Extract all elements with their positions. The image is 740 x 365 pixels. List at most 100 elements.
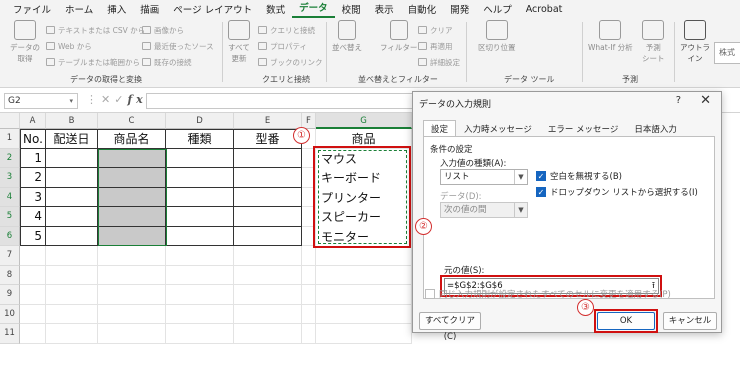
cell[interactable]: 型番 [234,129,302,149]
help-button[interactable]: ? [676,95,681,106]
row-header[interactable]: 1 [0,129,20,149]
clear-all-button[interactable]: すべてクリア(C) [419,312,481,342]
row-header[interactable]: 7 [0,246,20,266]
menu-item[interactable]: Acrobat [519,4,570,15]
cell[interactable] [302,285,316,305]
cell[interactable] [46,265,98,285]
sort-button[interactable]: 並べ替え [332,20,362,53]
menu-item[interactable]: ページ レイアウト [166,2,259,16]
cell[interactable]: 種類 [166,129,234,149]
menu-item[interactable]: ファイル [6,2,58,16]
cell[interactable] [166,187,234,207]
cell[interactable] [166,304,234,324]
advanced-filter-button[interactable]: 詳細設定 [418,56,460,68]
cell[interactable] [316,324,412,344]
cell[interactable]: No. [20,129,46,149]
reapply-button[interactable]: 再適用 [418,40,453,52]
get-data-button[interactable]: データの 取得 [10,20,40,64]
in-cell-dropdown-checkbox[interactable]: ✓ ドロップダウン リストから選択する(I) [536,186,698,198]
cell[interactable] [166,285,234,305]
cell[interactable]: 商品名 [98,129,166,149]
cell[interactable] [46,324,98,344]
menu-item[interactable]: データ [292,0,335,18]
cell[interactable] [46,226,98,246]
row-header[interactable]: 2 [0,148,20,168]
clear-filter-button[interactable]: クリア [418,24,453,36]
from-csv-button[interactable]: テキストまたは CSV から [46,24,145,36]
cell[interactable] [46,304,98,324]
existing-connections-button[interactable]: 既存の接続 [142,56,192,68]
properties-button[interactable]: プロパティ [258,40,307,52]
tab-error-alert[interactable]: エラー メッセージ [540,120,627,136]
cell[interactable] [302,304,316,324]
text-to-columns-button[interactable]: 区切り位置 [478,20,516,53]
cell[interactable] [98,285,166,305]
column-header[interactable]: C [98,113,166,129]
cell[interactable]: 4 [20,207,46,227]
cell[interactable] [20,324,46,344]
cancel-button[interactable]: キャンセル [663,312,717,330]
cell[interactable] [234,324,302,344]
cell[interactable] [46,148,98,168]
cell[interactable] [234,207,302,227]
row-header[interactable]: 6 [0,226,20,246]
cell[interactable] [20,304,46,324]
row-header[interactable]: 10 [0,304,20,324]
cell[interactable]: 配送日 [46,129,98,149]
cell[interactable] [20,246,46,266]
cell[interactable] [166,148,234,168]
outline-button[interactable]: アウトラ イン [680,20,710,64]
cell[interactable] [234,187,302,207]
cell[interactable] [234,148,302,168]
cell[interactable] [166,207,234,227]
cell[interactable]: 2 [20,168,46,188]
menu-item[interactable]: 描画 [133,2,166,16]
cell[interactable] [98,246,166,266]
cell[interactable] [46,285,98,305]
cell[interactable] [234,265,302,285]
workbook-links-button[interactable]: ブックのリンク [258,56,323,68]
menu-item[interactable]: 数式 [259,2,292,16]
cell[interactable] [316,285,412,305]
stocks-gallery[interactable]: 株式 [714,42,740,64]
column-header[interactable]: E [234,113,302,129]
cell[interactable] [46,187,98,207]
allow-select[interactable]: リスト ▼ [440,169,528,185]
apply-all-checkbox[interactable]: 同じ入力規則が設定されたすべてのセルに変更を適用する(P) [425,288,671,300]
cell[interactable] [166,265,234,285]
menu-item[interactable]: 表示 [368,2,401,16]
recent-sources-button[interactable]: 最近使ったソース [142,40,214,52]
cell[interactable] [234,285,302,305]
row-header[interactable]: 9 [0,285,20,305]
row-header[interactable]: 11 [0,324,20,344]
cell[interactable]: 3 [20,187,46,207]
column-header[interactable]: G [316,113,412,129]
close-button[interactable]: ✕ [700,93,711,108]
cell[interactable] [302,265,316,285]
cell[interactable] [98,304,166,324]
menu-item[interactable]: ホーム [58,2,100,16]
cell[interactable] [316,304,412,324]
column-header[interactable]: D [166,113,234,129]
cell[interactable] [98,265,166,285]
from-picture-button[interactable]: 画像から [142,24,184,36]
what-if-button[interactable]: What-If 分析 [588,20,633,53]
ignore-blank-checkbox[interactable]: ✓ 空白を無視する(B) [536,170,622,182]
cell[interactable] [302,246,316,266]
menu-item[interactable]: 校閲 [335,2,368,16]
cell[interactable] [20,265,46,285]
cell[interactable] [234,246,302,266]
cell[interactable] [20,285,46,305]
row-header[interactable]: 8 [0,265,20,285]
from-table-button[interactable]: テーブルまたは範囲から [46,56,140,68]
select-all-corner[interactable] [0,113,20,129]
cell[interactable] [234,304,302,324]
cell[interactable] [166,226,234,246]
queries-connections-button[interactable]: クエリと接続 [258,24,315,36]
row-header[interactable]: 5 [0,207,20,227]
insert-function-button[interactable]: fx [127,93,146,106]
formula-input[interactable] [146,93,416,109]
column-header[interactable]: A [20,113,46,129]
row-header[interactable]: 3 [0,168,20,188]
cell[interactable] [234,168,302,188]
